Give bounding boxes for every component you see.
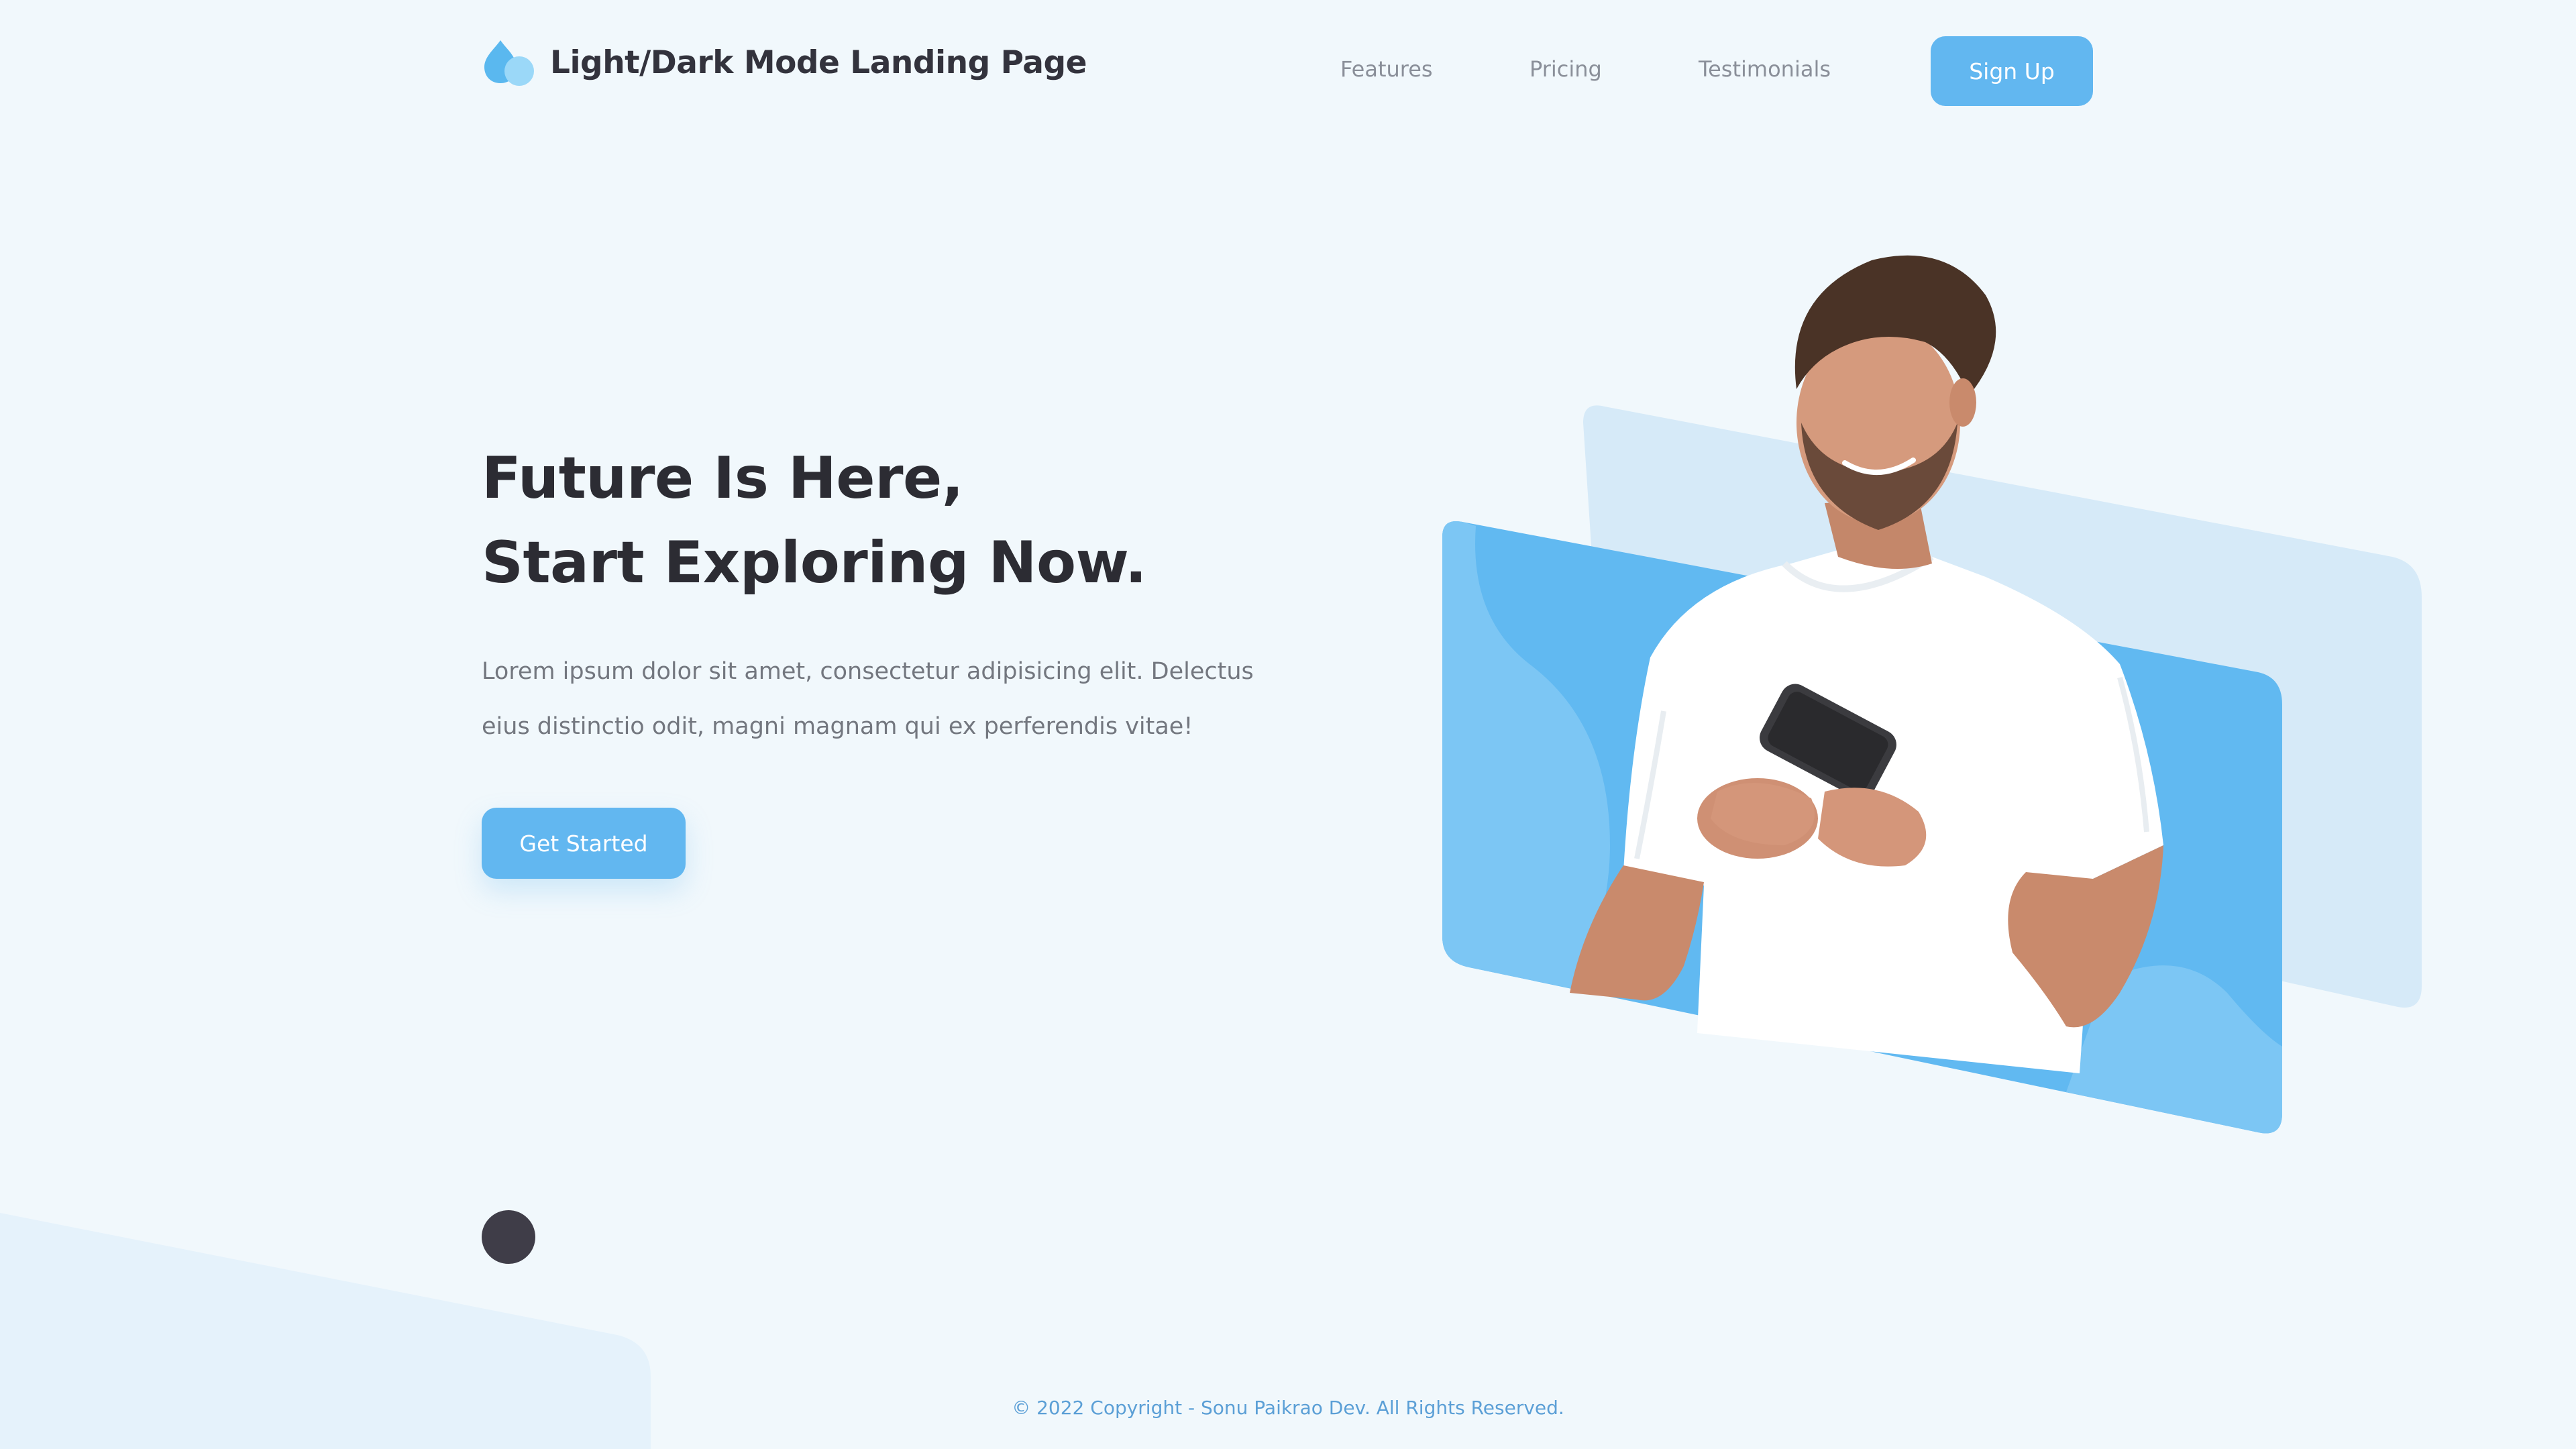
hero-title-line-2: Start Exploring Now.: [482, 529, 1147, 596]
nav-link-features[interactable]: Features: [1340, 56, 1433, 82]
water-drop-icon: [484, 40, 534, 86]
get-started-button[interactable]: Get Started: [482, 808, 686, 879]
brand-title: Light/Dark Mode Landing Page: [550, 44, 1087, 81]
hero-title: Future Is Here, Start Exploring Now.: [482, 436, 1421, 605]
hero-description: Lorem ipsum dolor sit amet, consectetur …: [482, 658, 1254, 740]
footer: © 2022 Copyright - Sonu Paikrao Dev. All…: [0, 1397, 2576, 1419]
theme-toggle-button[interactable]: [482, 1210, 535, 1264]
sign-up-button[interactable]: Sign Up: [1931, 36, 2093, 106]
copyright-text: © 2022 Copyright - Sonu Paikrao Dev. All…: [1012, 1397, 1564, 1419]
hero-title-line-1: Future Is Here,: [482, 445, 964, 512]
nav-link-pricing[interactable]: Pricing: [1529, 56, 1602, 82]
hero-illustration: [1442, 255, 2422, 1134]
logo[interactable]: Light/Dark Mode Landing Page: [482, 36, 1087, 89]
nav-link-testimonials[interactable]: Testimonials: [1699, 56, 1831, 82]
header: Light/Dark Mode Landing Page Features Pr…: [0, 0, 2576, 144]
